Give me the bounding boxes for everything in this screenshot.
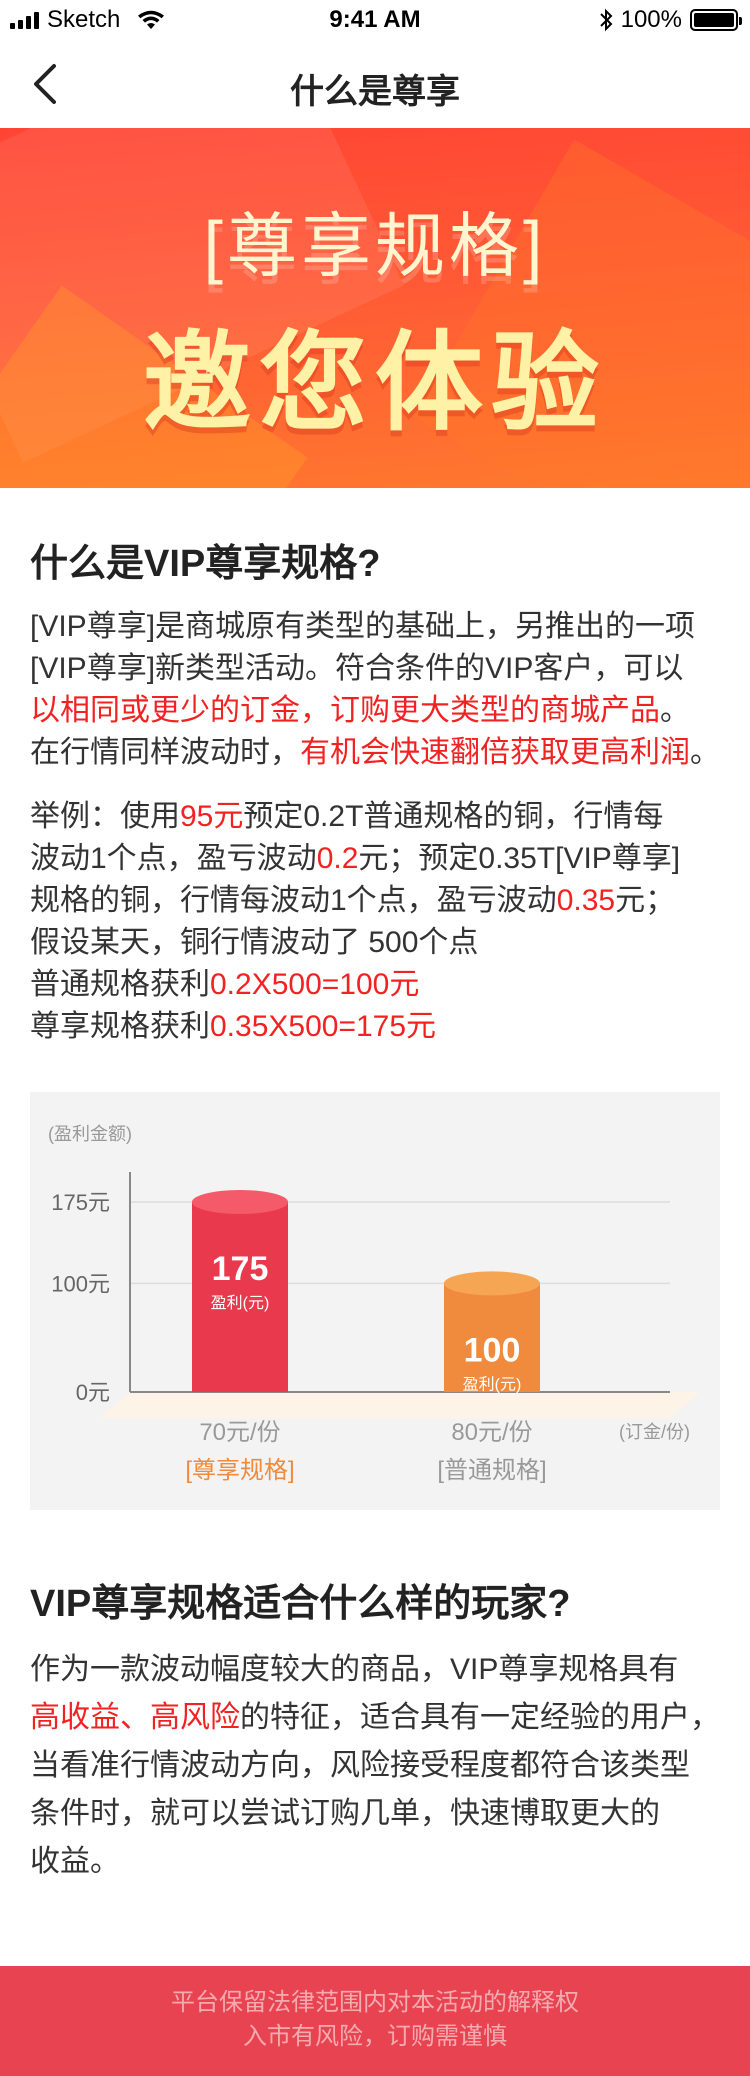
example-paragraph: 举例：使用95元预定0.2T普通规格的铜，行情每 波动1个点，盈亏波动0.2元；预… (30, 796, 720, 1048)
text-line: 举例：使用95元预定0.2T普通规格的铜，行情每 (30, 796, 720, 838)
text-line: 普通规格获利0.2X500=100元 (30, 964, 720, 1006)
body-text: 作为一款波动幅度较大的商品，VIP尊享规格具有 (30, 1653, 679, 1686)
text-line: 规格的铜，行情每波动1个点，盈亏波动0.35元； (30, 880, 720, 922)
text-line: 当看准行情波动方向，风险接受程度都符合该类型 (30, 1742, 720, 1790)
highlight-text: 0.2 (316, 842, 359, 875)
text-line: 假设某天，铜行情波动了 500个点 (30, 922, 720, 964)
text-line: 以相同或更少的订金，订购更大类型的商城产品。 (30, 690, 720, 732)
body-text: 预定0.2T普通规格的铜，行情每 (243, 800, 664, 833)
profit-chart: 175元 100元 0元 (盈利金额) (订金/份) 175 盈利(元) 70元/份 [尊享规格… (30, 1092, 720, 1510)
status-bar: Sketch 9:41 AM 100% (0, 0, 750, 40)
body-text: 尊享规格获利 (30, 1010, 210, 1043)
body-text: [VIP尊享]新类型活动。符合条件的VIP客户，可以 (30, 652, 684, 685)
highlight-text: 0.35X500=175元 (210, 1010, 437, 1043)
intro-paragraph: [VIP尊享]是商城原有类型的基础上，另推出的一项 [VIP尊享]新类型活动。符合… (30, 606, 720, 774)
body-text: 假设某天，铜行情波动了 500个点 (30, 926, 479, 959)
disclaimer-line-2: 入市有风险，订购需谨慎 (243, 2023, 507, 2050)
body-text: 。 (690, 736, 720, 769)
bar-top (444, 1271, 540, 1296)
banner-subtitle: [尊享规格] (203, 207, 547, 285)
y-tick-label: 0元 (76, 1380, 110, 1405)
body-text: 当看准行情波动方向，风险接受程度都符合该类型 (30, 1749, 690, 1782)
body-text: 元；预定0.35T[VIP尊享] (358, 842, 681, 875)
body-text: 举例：使用 (30, 800, 180, 833)
text-line: [VIP尊享]是商城原有类型的基础上，另推出的一项 (30, 606, 720, 648)
body-text: 波动1个点，盈亏波动 (30, 842, 317, 875)
text-line: [VIP尊享]新类型活动。符合条件的VIP客户，可以 (30, 648, 720, 690)
x-axis-label: (订金/份) (619, 1422, 690, 1442)
text-line: 尊享规格获利0.35X500=175元 (30, 1006, 720, 1048)
category-label: [尊享规格] (185, 1457, 294, 1484)
text-line: 收益。 (30, 1838, 720, 1886)
navigation-bar: 什么是尊享 (0, 40, 750, 128)
y-tick-label: 175元 (51, 1190, 110, 1215)
x-tick-label: 80元/份 (451, 1419, 532, 1446)
body-text: 普通规格获利 (30, 968, 210, 1001)
bar-top (192, 1190, 288, 1214)
y-axis-label: (盈利金额) (48, 1124, 132, 1144)
body-text: [VIP尊享]是商城原有类型的基础上，另推出的一项 (30, 610, 696, 643)
bluetooth-icon (599, 8, 613, 32)
highlight-text: 高收益、高风险 (30, 1701, 240, 1734)
bar-value-label: 100 (464, 1331, 521, 1369)
bar-value-label: 175 (212, 1250, 269, 1288)
body-text: 的特征，适合具有一定经验的用户， (240, 1701, 720, 1734)
text-line: 条件时，就可以尝试订购几单，快速博取更大的 (30, 1790, 720, 1838)
fit-paragraph: 作为一款波动幅度较大的商品，VIP尊享规格具有 高收益、高风险的特征，适合具有一定… (30, 1646, 720, 1886)
highlight-text: 0.2X500=100元 (210, 968, 420, 1001)
profit-chart-svg: 175元 100元 0元 (盈利金额) (订金/份) 175 盈利(元) 70元/份 [尊享规格… (48, 1124, 700, 1484)
bar-unit-label: 盈利(元) (463, 1375, 522, 1393)
y-tick-label: 100元 (51, 1271, 110, 1296)
body-text: 收益。 (30, 1845, 120, 1878)
highlight-text: 0.35 (556, 884, 616, 917)
bar-unit-label: 盈利(元) (211, 1294, 270, 1312)
section-who-fits: VIP尊享规格适合什么样的玩家? (30, 1572, 720, 1627)
x-tick-label: 70元/份 (199, 1419, 280, 1446)
highlight-text: 以相同或更少的订金，订购更大类型的商城产品 (30, 694, 660, 727)
promo-banner: [尊享规格] [尊享规格] 邀您体验 (0, 128, 750, 488)
banner-headline: 邀您体验 (142, 322, 607, 443)
body-text: 在行情同样波动时， (30, 736, 300, 769)
text-line: 作为一款波动幅度较大的商品，VIP尊享规格具有 (30, 1646, 720, 1694)
body-text: 元； (615, 884, 676, 917)
highlight-text: 有机会快速翻倍获取更高利润 (300, 736, 690, 769)
page-title: 什么是尊享 (290, 73, 460, 111)
text-line: 波动1个点，盈亏波动0.2元；预定0.35T[VIP尊享] (30, 838, 720, 880)
status-right: 100% (599, 6, 742, 34)
highlight-text: 95元 (180, 800, 244, 833)
disclaimer-footer: 平台保留法律范围内对本活动的解释权 入市有风险，订购需谨慎 (0, 1966, 750, 2076)
battery-icon (690, 9, 742, 31)
text-line: 高收益、高风险的特征，适合具有一定经验的用户， (30, 1694, 720, 1742)
section-heading: 什么是VIP尊享规格? (30, 543, 381, 585)
section-what-is-vip: 什么是VIP尊享规格? (30, 532, 720, 587)
text-line: 在行情同样波动时，有机会快速翻倍获取更高利润。 (30, 732, 720, 774)
body-text: 规格的铜，行情每波动1个点，盈亏波动 (30, 884, 557, 917)
battery-percent: 100% (620, 6, 682, 33)
disclaimer-line-1: 平台保留法律范围内对本活动的解释权 (171, 1989, 579, 2016)
body-text: 条件时，就可以尝试订购几单，快速博取更大的 (30, 1797, 660, 1830)
chart-floor (100, 1392, 700, 1418)
section-heading-2: VIP尊享规格适合什么样的玩家? (30, 1583, 571, 1625)
body-text: 。 (660, 694, 690, 727)
category-label: [普通规格] (437, 1457, 546, 1484)
